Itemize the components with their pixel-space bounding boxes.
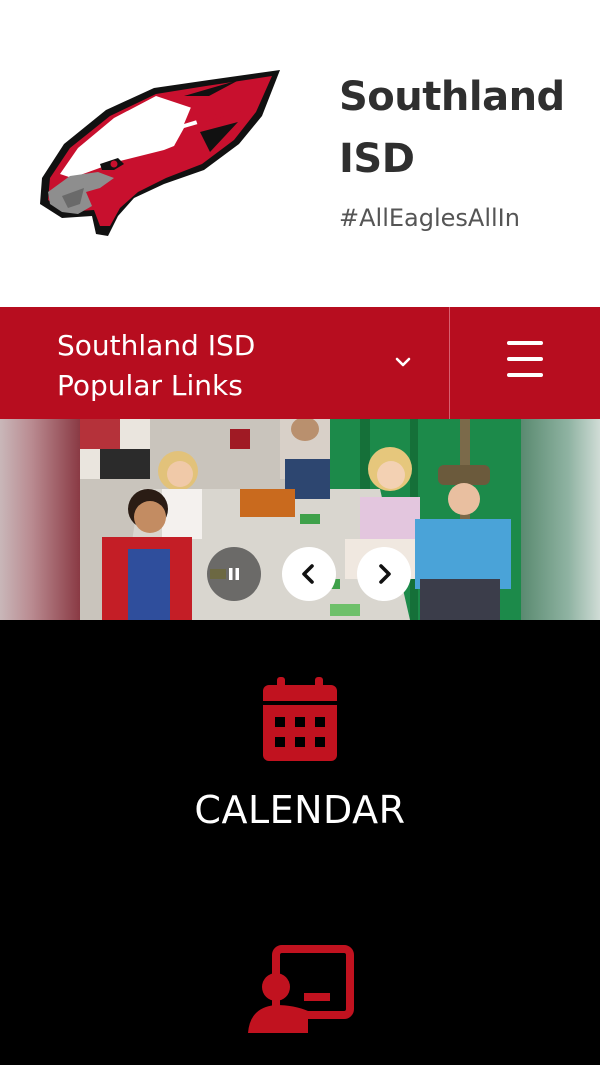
pause-slideshow-button[interactable] (207, 547, 261, 601)
next-slide-preview (521, 419, 600, 620)
calendar-icon (263, 677, 337, 761)
previous-slide-button[interactable] (282, 547, 336, 601)
popular-links-dropdown[interactable]: Southland ISD Popular Links (0, 307, 449, 419)
tagline: #AllEaglesAllIn (339, 204, 520, 232)
online-learning-icon (248, 945, 354, 1033)
top-navbar: Southland ISD Popular Links (0, 307, 600, 419)
quick-link-online-learning[interactable] (0, 920, 600, 1065)
pause-icon (229, 568, 239, 580)
school-name: Southland ISD (339, 74, 565, 182)
popular-links-label: Southland ISD Popular Links (57, 329, 256, 402)
previous-slide-preview (0, 419, 80, 620)
chevron-down-icon (395, 357, 411, 367)
hamburger-menu-button[interactable] (450, 307, 600, 419)
quick-link-calendar[interactable]: CALENDAR (0, 620, 600, 880)
chevron-left-icon (302, 564, 314, 584)
next-slide-button[interactable] (357, 547, 411, 601)
eagle-logo[interactable] (34, 66, 284, 241)
quick-link-calendar-label: CALENDAR (194, 788, 406, 832)
site-header: Southland ISD #AllEaglesAllIn (0, 0, 600, 307)
chevron-right-icon (379, 564, 391, 584)
photo-slideshow (0, 419, 600, 620)
quick-links-section: CALENDAR (0, 620, 600, 1065)
